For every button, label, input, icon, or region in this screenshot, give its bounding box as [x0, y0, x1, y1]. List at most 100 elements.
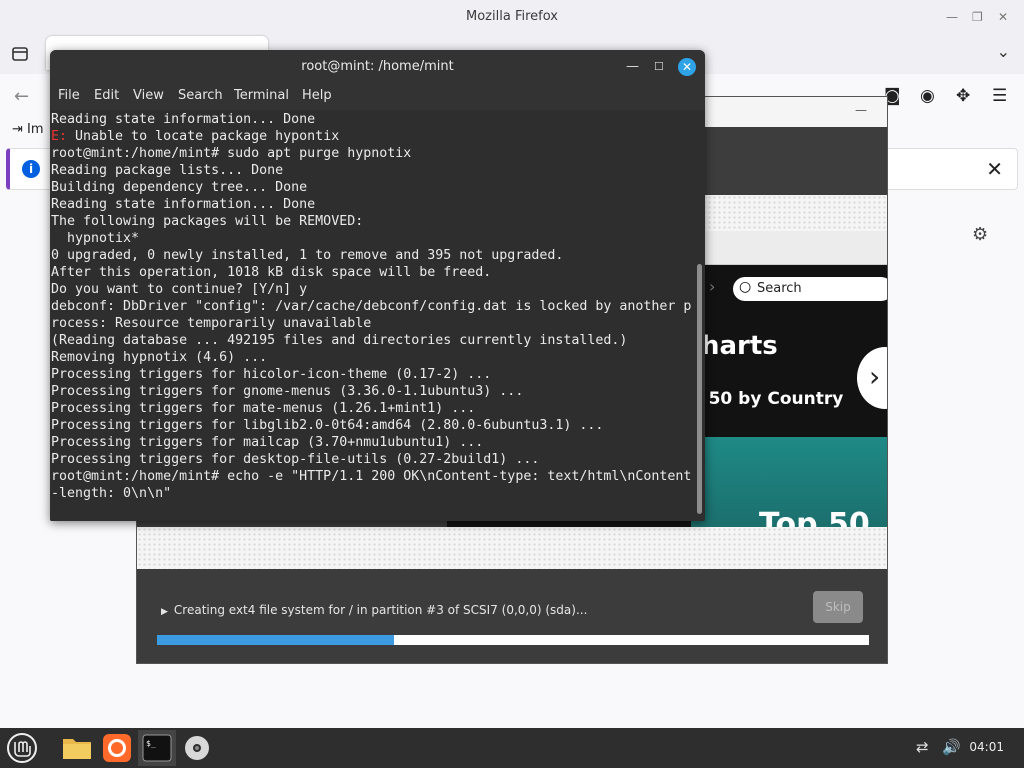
gear-icon[interactable]: ⚙	[972, 224, 988, 245]
terminal-line-text: 0 upgraded, 0 newly installed, 1 to remo…	[51, 248, 564, 263]
terminal-line: Reading state information... Done	[51, 196, 695, 213]
install-status-text: Creating ext4 file system for / in parti…	[173, 603, 588, 617]
terminal-window: root@mint: /home/mint — ☐ ✕ File Edit Vi…	[50, 50, 705, 521]
terminal-line-text: After this operation, 1018 kB disk space…	[51, 265, 492, 280]
menu-icon[interactable]: ☰	[992, 86, 1007, 106]
terminal-titlebar: root@mint: /home/mint — ☐ ✕	[50, 50, 705, 84]
chevron-right-icon: ›	[857, 347, 887, 409]
terminal-line-text: Building dependency tree... Done	[51, 180, 308, 195]
terminal-line: Processing triggers for mailcap (3.70+nm…	[51, 434, 695, 451]
menu-edit[interactable]: Edit	[94, 88, 119, 103]
terminal-title: root@mint: /home/mint	[301, 59, 454, 74]
terminal-line-text: (Reading database ... 492195 files and d…	[51, 333, 628, 348]
firefox-app-icon[interactable]	[98, 730, 136, 766]
terminal-line-text: Unable to locate package hypontix	[67, 129, 340, 144]
maximize-icon[interactable]: ❐	[972, 0, 983, 34]
terminal-line: Processing triggers for hicolor-icon-the…	[51, 366, 695, 383]
terminal-line-text: Processing triggers for gnome-menus (3.3…	[51, 384, 524, 399]
disc-icon[interactable]	[178, 730, 216, 766]
terminal-line: Do you want to continue? [Y/n] y	[51, 281, 695, 298]
terminal-line: rocess: Resource temporarily unavailable	[51, 315, 695, 332]
terminal-app-icon[interactable]: $_	[138, 730, 176, 766]
terminal-line-text: Processing triggers for desktop-file-uti…	[51, 452, 540, 467]
progress-fill	[157, 635, 395, 645]
terminal-line: (Reading database ... 492195 files and d…	[51, 332, 695, 349]
minimize-icon[interactable]: —	[855, 103, 867, 117]
terminal-line-text: -length: 0\n\n"	[51, 486, 172, 501]
terminal-line-text: Processing triggers for mate-menus (1.26…	[51, 401, 476, 416]
terminal-line-text: hypnotix*	[51, 231, 140, 246]
terminal-line-text: Processing triggers for libglib2.0-0t64:…	[51, 418, 604, 433]
terminal-line: Reading package lists... Done	[51, 162, 695, 179]
svg-text:$_: $_	[146, 739, 156, 748]
terminal-line: -length: 0\n\n"	[51, 485, 695, 502]
terminal-line: The following packages will be REMOVED:	[51, 213, 695, 230]
terminal-line: hypnotix*	[51, 230, 695, 247]
network-icon[interactable]: ⇄	[916, 738, 929, 756]
back-arrow-icon[interactable]: ←	[14, 86, 29, 107]
minimize-icon[interactable]: —	[946, 0, 958, 34]
preview-subheading: o 50 by Country	[691, 389, 844, 409]
menu-file[interactable]: File	[58, 88, 80, 103]
minimize-icon[interactable]: —	[626, 50, 639, 84]
terminal-line: Processing triggers for libglib2.0-0t64:…	[51, 417, 695, 434]
terminal-line-text: Do you want to continue? [Y/n] y	[51, 282, 308, 297]
clock[interactable]: 04:01	[969, 740, 1004, 754]
terminal-line-text: Processing triggers for mailcap (3.70+nm…	[51, 435, 484, 450]
terminal-line: Processing triggers for desktop-file-uti…	[51, 451, 695, 468]
extensions-icon[interactable]: ✥	[956, 86, 970, 106]
info-icon: i	[22, 160, 40, 178]
close-icon[interactable]: ✕	[678, 58, 696, 76]
chevron-down-icon[interactable]: ⌄	[997, 42, 1010, 61]
preview-heading: harts	[701, 331, 778, 361]
terminal-line: 0 upgraded, 0 newly installed, 1 to remo…	[51, 247, 695, 264]
search-input: ○ Search	[733, 277, 887, 301]
terminal-lines: Reading state information... Done E: Unab…	[51, 111, 695, 502]
search-icon: ○	[739, 279, 752, 295]
terminal-line: root@mint:/home/mint# echo -e "HTTP/1.1 …	[51, 468, 695, 485]
terminal-line-text: debconf: DbDriver "config": /var/cache/d…	[51, 299, 692, 314]
terminal-line: debconf: DbDriver "config": /var/cache/d…	[51, 298, 695, 315]
notification-close-icon[interactable]: ✕	[986, 157, 1003, 181]
terminal-line-text: Reading package lists... Done	[51, 163, 284, 178]
menu-terminal[interactable]: Terminal	[234, 88, 289, 103]
menu-help[interactable]: Help	[302, 88, 332, 103]
install-status[interactable]: ▶ Creating ext4 file system for / in part…	[161, 603, 587, 617]
menu-search[interactable]: Search	[178, 88, 223, 103]
terminal-scrollbar[interactable]	[695, 110, 705, 521]
scrollbar-thumb[interactable]	[697, 264, 702, 514]
menu-view[interactable]: View	[133, 88, 164, 103]
taskbar: $_ ⇄ 🔊 04:01	[0, 728, 1024, 768]
terminal-line-text: rocess: Resource temporarily unavailable	[51, 316, 372, 331]
folder-icon[interactable]	[58, 730, 96, 766]
terminal-line-text: Reading state information... Done	[51, 197, 316, 212]
account-icon[interactable]: ◉	[920, 86, 935, 106]
search-label: Search	[757, 281, 802, 296]
playlist-card-title: Top 50	[759, 507, 870, 527]
terminal-output[interactable]: Reading state information... Done E: Unab…	[50, 110, 694, 521]
terminal-menubar: File Edit View Search Terminal Help	[50, 84, 705, 110]
firefox-title: Mozilla Firefox	[466, 9, 558, 24]
firefox-titlebar: Mozilla Firefox — ❐ ✕	[0, 0, 1024, 34]
close-icon[interactable]: ✕	[998, 0, 1008, 34]
terminal-line: Reading state information... Done	[51, 111, 695, 128]
terminal-line: Processing triggers for gnome-menus (3.3…	[51, 383, 695, 400]
bookmark-import[interactable]: ⇥ Im	[12, 122, 44, 137]
playlist-card: Top 50	[691, 437, 887, 527]
expand-triangle-icon[interactable]: ▶	[161, 607, 168, 617]
terminal-line: Processing triggers for mate-menus (1.26…	[51, 400, 695, 417]
error-prefix: E:	[51, 129, 68, 144]
terminal-line: Building dependency tree... Done	[51, 179, 695, 196]
terminal-line: Removing hypnotix (4.6) ...	[51, 349, 695, 366]
mint-menu-icon[interactable]	[2, 730, 40, 766]
volume-icon[interactable]: 🔊	[942, 738, 961, 756]
terminal-line-text: root@mint:/home/mint# echo -e "HTTP/1.1 …	[51, 469, 692, 484]
maximize-icon[interactable]: ☐	[654, 50, 664, 84]
tab-manager-icon[interactable]	[10, 44, 30, 64]
terminal-line: After this operation, 1018 kB disk space…	[51, 264, 695, 281]
terminal-line-text: Processing triggers for hicolor-icon-the…	[51, 367, 492, 382]
install-progress-bar	[157, 635, 869, 645]
skip-button[interactable]: Skip	[813, 591, 863, 623]
terminal-line-text: The following packages will be REMOVED:	[51, 214, 364, 229]
forward-arrow-icon: ›	[709, 277, 716, 296]
